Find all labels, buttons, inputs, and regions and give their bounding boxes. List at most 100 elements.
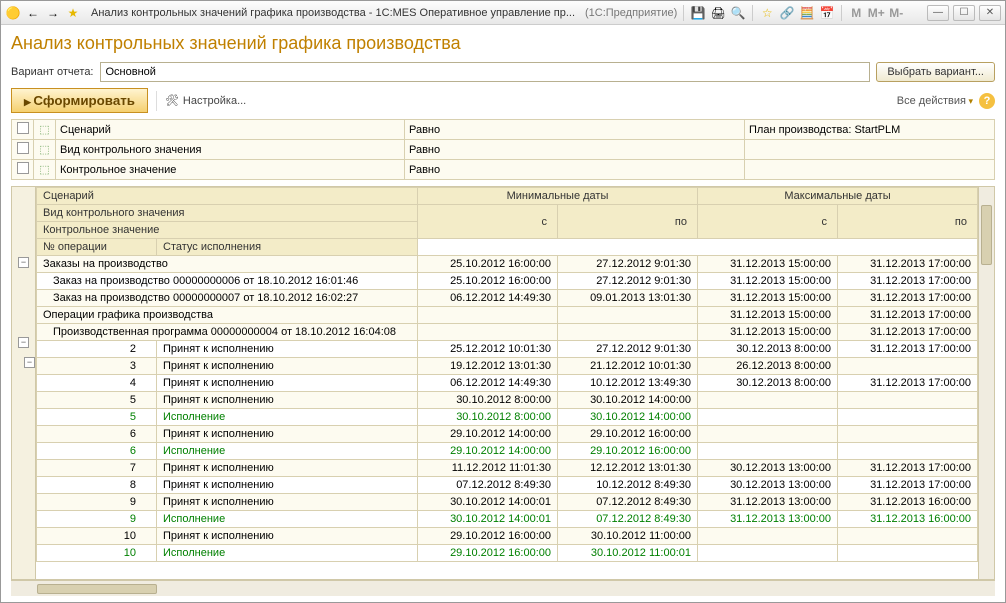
max-s <box>698 392 838 409</box>
max-po <box>838 545 978 562</box>
col-ctrl: Контрольное значение <box>37 222 418 239</box>
filter-value[interactable] <box>745 140 995 160</box>
filter-checkbox[interactable] <box>17 162 29 174</box>
app-window: 🟡 ← → ★ Анализ контрольных значений граф… <box>0 0 1006 603</box>
table-row[interactable]: 10Исполнение29.10.2012 16:00:0030.10.201… <box>37 545 978 562</box>
op-status: Принят к исполнению <box>157 494 418 511</box>
report-area: − − − Сценарий Минимальные даты Максимал… <box>11 186 995 580</box>
star-icon[interactable]: ☆ <box>759 5 775 21</box>
table-row[interactable]: 9Принят к исполнению30.10.2012 14:00:010… <box>37 494 978 511</box>
expand-toggle[interactable]: − <box>24 357 35 368</box>
variant-label: Вариант отчета: <box>11 66 94 78</box>
filter-op[interactable]: Равно <box>405 120 745 140</box>
filter-value[interactable]: План производства: StartPLM <box>745 120 995 140</box>
max-po <box>838 358 978 375</box>
variant-input[interactable] <box>100 62 871 82</box>
nav-back-icon[interactable]: ← <box>25 5 41 21</box>
table-row[interactable]: Заказ на производство 00000000007 от 18.… <box>37 290 978 307</box>
table-row[interactable]: Операции графика производства31.12.2013 … <box>37 307 978 324</box>
table-row[interactable]: Заказ на производство 00000000006 от 18.… <box>37 273 978 290</box>
min-s: 25.12.2012 10:01:30 <box>418 341 558 358</box>
op-status: Исполнение <box>157 409 418 426</box>
table-row[interactable]: Заказы на производство25.10.2012 16:00:0… <box>37 256 978 273</box>
min-po: 21.12.2012 10:01:30 <box>558 358 698 375</box>
max-s: 30.12.2013 13:00:00 <box>698 460 838 477</box>
max-s <box>698 409 838 426</box>
op-number: 9 <box>37 494 157 511</box>
help-button[interactable]: ? <box>979 93 995 109</box>
expand-toggle[interactable]: − <box>18 337 29 348</box>
preview-icon[interactable]: 🔍 <box>730 5 746 21</box>
max-po: 31.12.2013 17:00:00 <box>838 477 978 494</box>
table-row[interactable]: 6Исполнение29.10.2012 14:00:0029.10.2012… <box>37 443 978 460</box>
max-s: 31.12.2013 15:00:00 <box>698 307 838 324</box>
row-label: Заказ на производство 00000000007 от 18.… <box>37 290 418 307</box>
table-row[interactable]: 5Исполнение30.10.2012 8:00:0030.10.2012 … <box>37 409 978 426</box>
row-label: Заказ на производство 00000000006 от 18.… <box>37 273 418 290</box>
min-po: 30.10.2012 11:00:01 <box>558 545 698 562</box>
max-po: 31.12.2013 17:00:00 <box>838 256 978 273</box>
max-s: 31.12.2013 15:00:00 <box>698 256 838 273</box>
maximize-button[interactable]: ☐ <box>953 5 975 21</box>
mem-mminus-icon[interactable]: M- <box>888 5 904 21</box>
table-row[interactable]: 5Принят к исполнению30.10.2012 8:00:0030… <box>37 392 978 409</box>
page-title: Анализ контрольных значений графика прои… <box>11 33 995 54</box>
col-max-s: с <box>698 205 838 239</box>
filter-op[interactable]: Равно <box>405 160 745 180</box>
table-row[interactable]: 7Принят к исполнению11.12.2012 11:01:301… <box>37 460 978 477</box>
calc-icon[interactable]: 🧮 <box>799 5 815 21</box>
filter-value[interactable] <box>745 160 995 180</box>
generate-button[interactable]: Сформировать <box>11 88 148 113</box>
settings-label: Настройка... <box>183 95 246 107</box>
op-number: 7 <box>37 460 157 477</box>
vertical-scrollbar[interactable] <box>978 187 994 579</box>
titlebar: 🟡 ← → ★ Анализ контрольных значений граф… <box>1 1 1005 25</box>
filter-checkbox[interactable] <box>17 122 29 134</box>
col-min-s: с <box>418 205 558 239</box>
min-s: 06.12.2012 14:49:30 <box>418 375 558 392</box>
max-s: 26.12.2013 8:00:00 <box>698 358 838 375</box>
expand-toggle[interactable]: − <box>18 257 29 268</box>
mem-mplus-icon[interactable]: M+ <box>868 5 884 21</box>
table-row[interactable]: 10Принят к исполнению29.10.2012 16:00:00… <box>37 528 978 545</box>
save-icon[interactable]: 💾 <box>690 5 706 21</box>
filter-checkbox[interactable] <box>17 142 29 154</box>
choose-variant-button[interactable]: Выбрать вариант... <box>876 62 995 82</box>
table-row[interactable]: 2Принят к исполнению25.12.2012 10:01:302… <box>37 341 978 358</box>
table-row[interactable]: 9Исполнение30.10.2012 14:00:0107.12.2012… <box>37 511 978 528</box>
col-min-po: по <box>558 205 698 239</box>
calendar-icon[interactable]: 📅 <box>819 5 835 21</box>
report-scroll[interactable]: Сценарий Минимальные даты Максимальные д… <box>36 187 978 579</box>
table-row[interactable]: 6Принят к исполнению29.10.2012 14:00:002… <box>37 426 978 443</box>
max-po: 31.12.2013 16:00:00 <box>838 511 978 528</box>
op-number: 5 <box>37 409 157 426</box>
min-s <box>418 324 558 341</box>
min-s: 29.10.2012 14:00:00 <box>418 443 558 460</box>
min-po <box>558 307 698 324</box>
filter-op[interactable]: Равно <box>405 140 745 160</box>
all-actions-dropdown[interactable]: Все действия <box>897 95 973 107</box>
table-row[interactable]: 4Принят к исполнению06.12.2012 14:49:301… <box>37 375 978 392</box>
settings-link[interactable]: 🛠 Настройка... <box>165 94 246 107</box>
max-s: 31.12.2013 15:00:00 <box>698 324 838 341</box>
nav-fwd-icon[interactable]: → <box>45 5 61 21</box>
table-row[interactable]: 8Принят к исполнению07.12.2012 8:49:3010… <box>37 477 978 494</box>
print-icon[interactable]: 🖨 <box>710 5 726 21</box>
col-opnum: № операции <box>37 239 157 256</box>
min-s: 29.10.2012 16:00:00 <box>418 545 558 562</box>
horizontal-scrollbar[interactable] <box>11 580 995 596</box>
favorite-icon[interactable]: ★ <box>65 5 81 21</box>
col-scenario: Сценарий <box>37 188 418 205</box>
max-po <box>838 426 978 443</box>
mem-m-icon[interactable]: M <box>848 5 864 21</box>
close-button[interactable]: ✕ <box>979 5 1001 21</box>
op-number: 3 <box>37 358 157 375</box>
table-row[interactable]: 3Принят к исполнению19.12.2012 13:01:302… <box>37 358 978 375</box>
max-s <box>698 528 838 545</box>
min-s: 25.10.2012 16:00:00 <box>418 273 558 290</box>
tree-gutter: − − − <box>12 187 36 579</box>
col-max: Максимальные даты <box>698 188 978 205</box>
minimize-button[interactable]: — <box>927 5 949 21</box>
link-icon[interactable]: 🔗 <box>779 5 795 21</box>
table-row[interactable]: Производственная программа 00000000004 о… <box>37 324 978 341</box>
